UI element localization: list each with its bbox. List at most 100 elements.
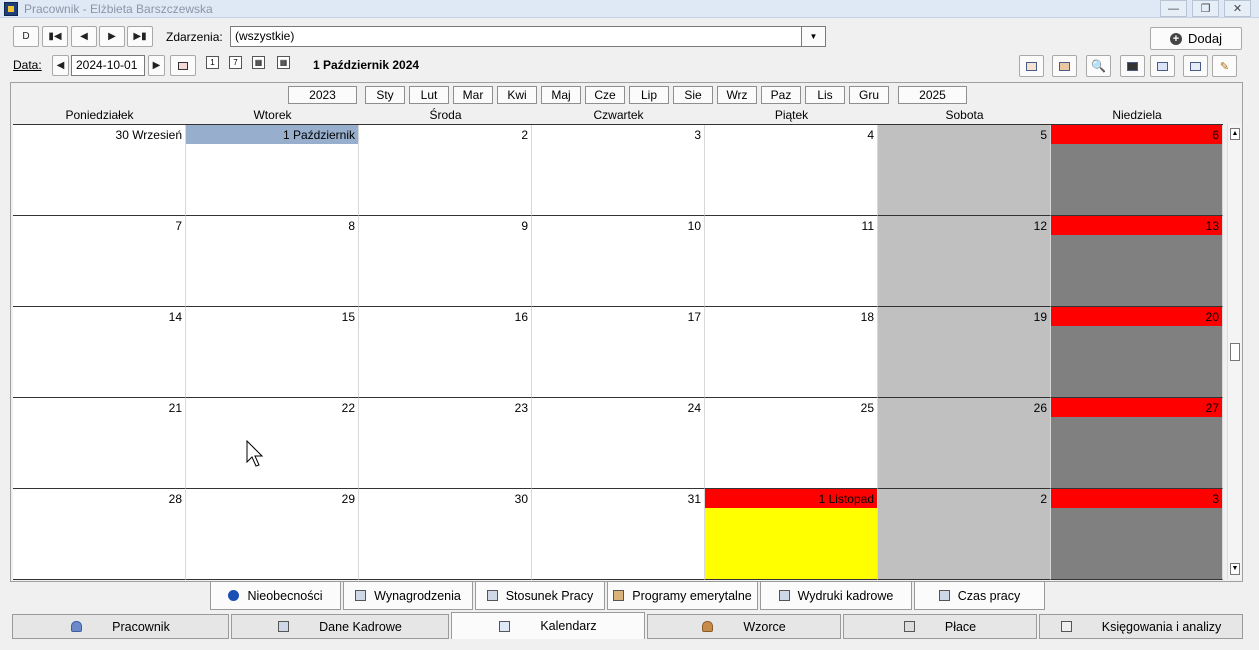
calendar-day-cell[interactable]: 24 xyxy=(532,398,705,489)
search-icon[interactable]: 🔍 xyxy=(1086,55,1111,77)
month-button-gru[interactable]: Gru xyxy=(849,86,889,104)
calendar-day-cell[interactable]: 18 xyxy=(705,307,878,398)
month-button-maj[interactable]: Maj xyxy=(541,86,581,104)
nav-next-icon[interactable]: ▶ xyxy=(99,26,125,47)
calendar-day-cell[interactable]: 30 Wrzesień xyxy=(13,125,186,216)
subtab-label: Programy emerytalne xyxy=(632,588,752,603)
restore-button[interactable]: ❐ xyxy=(1192,0,1219,17)
calendar-day-cell[interactable]: 21 xyxy=(13,398,186,489)
calendar-day-cell[interactable]: 16 xyxy=(359,307,532,398)
date-input[interactable]: 2024-10-01 xyxy=(71,55,145,76)
calendar-day-cell[interactable]: 22 xyxy=(186,398,359,489)
month-button-sty[interactable]: Sty xyxy=(365,86,405,104)
day-number: 25 xyxy=(860,401,874,415)
month-button-wrz[interactable]: Wrz xyxy=(717,86,757,104)
nav-prev-icon[interactable]: ◀ xyxy=(71,26,97,47)
date-picker-icon[interactable] xyxy=(170,55,196,76)
calendar-day-cell[interactable]: 12 xyxy=(878,216,1051,307)
hr-data-icon xyxy=(278,621,290,632)
date-prev-icon[interactable]: ◀ xyxy=(52,55,69,76)
calendar-day-cell[interactable]: 2 xyxy=(359,125,532,216)
nav-first-day-button[interactable]: D xyxy=(13,26,39,47)
calendar-day-cell[interactable]: 11 xyxy=(705,216,878,307)
month-button-kwi[interactable]: Kwi xyxy=(497,86,537,104)
scroll-thumb[interactable] xyxy=(1230,343,1240,361)
month-button-lis[interactable]: Lis xyxy=(805,86,845,104)
calendar-scrollbar[interactable]: ▲ ▼ xyxy=(1227,124,1241,579)
week-view-icon[interactable]: 7 xyxy=(229,56,242,69)
subtab-nieobecnosci[interactable]: Nieobecności xyxy=(210,581,341,610)
subtab-wydruki-kadrowe[interactable]: Wydruki kadrowe xyxy=(760,581,912,610)
pension-icon xyxy=(613,590,625,601)
calendar-day-cell[interactable]: 5 xyxy=(878,125,1051,216)
calendar-day-cell[interactable]: 23 xyxy=(359,398,532,489)
calendar-day-cell[interactable]: 25 xyxy=(705,398,878,489)
window-list-icon[interactable] xyxy=(1120,55,1145,77)
weekday-header-tue: Wtorek xyxy=(253,108,292,122)
minimize-button[interactable]: — xyxy=(1160,0,1187,17)
window-settings-icon[interactable] xyxy=(1150,55,1175,77)
calendar-day-cell[interactable]: 6 xyxy=(1051,125,1223,216)
events-label: Zdarzenia: xyxy=(166,30,223,44)
tab-pracownik[interactable]: Pracownik xyxy=(12,614,229,639)
month-view-icon[interactable]: ▦ xyxy=(252,56,265,69)
subtab-stosunek-pracy[interactable]: Stosunek Pracy xyxy=(475,581,605,610)
month-button-cze[interactable]: Cze xyxy=(585,86,625,104)
prev-year-button[interactable]: 2023 xyxy=(288,86,357,104)
nav-last-icon[interactable]: ▶▮ xyxy=(127,26,153,47)
day-number: 16 xyxy=(514,310,528,324)
events-select[interactable]: (wszystkie) xyxy=(230,26,802,47)
calendar-day-cell[interactable]: 10 xyxy=(532,216,705,307)
year-view-icon[interactable]: ▦ xyxy=(277,56,290,69)
day-number: 30 Wrzesień xyxy=(115,128,182,142)
list-icon[interactable] xyxy=(1183,55,1208,77)
calendar-today-icon[interactable] xyxy=(1019,55,1044,77)
calendar-day-cell[interactable]: 26 xyxy=(878,398,1051,489)
calendar-day-cell[interactable]: 31 xyxy=(532,489,705,580)
subtab-czas-pracy[interactable]: Czas pracy xyxy=(914,581,1045,610)
tab-place[interactable]: Płace xyxy=(843,614,1037,639)
month-button-paz[interactable]: Paz xyxy=(761,86,801,104)
tab-wzorce[interactable]: Wzorce xyxy=(647,614,841,639)
close-button[interactable]: ✕ xyxy=(1224,0,1251,17)
subtab-programy-emerytalne[interactable]: Programy emerytalne xyxy=(607,581,758,610)
calendar-day-cell[interactable]: 4 xyxy=(705,125,878,216)
tab-dane-kadrowe[interactable]: Dane Kadrowe xyxy=(231,614,449,639)
nav-first-icon[interactable]: ▮◀ xyxy=(42,26,68,47)
calendar-day-cell[interactable]: 3 xyxy=(1051,489,1223,580)
calendar-day-cell[interactable]: 9 xyxy=(359,216,532,307)
calendar-day-cell[interactable]: 3 xyxy=(532,125,705,216)
calendar-day-cell[interactable]: 27 xyxy=(1051,398,1223,489)
calendar-day-cell[interactable]: 17 xyxy=(532,307,705,398)
calendar-day-cell[interactable]: 20 xyxy=(1051,307,1223,398)
calendar-day-cell[interactable]: 8 xyxy=(186,216,359,307)
tab-ksiegowania[interactable]: Księgowania i analizy xyxy=(1039,614,1243,639)
calendar-day-cell[interactable]: 2 xyxy=(878,489,1051,580)
subtab-wynagrodzenia[interactable]: Wynagrodzenia xyxy=(343,581,473,610)
scroll-up-icon[interactable]: ▲ xyxy=(1230,128,1240,140)
calendar-day-cell[interactable]: 1 Październik xyxy=(186,125,359,216)
edit-icon[interactable]: ✎ xyxy=(1212,55,1237,77)
scroll-down-icon[interactable]: ▼ xyxy=(1230,563,1240,575)
month-button-mar[interactable]: Mar xyxy=(453,86,493,104)
tab-kalendarz[interactable]: Kalendarz xyxy=(451,612,645,639)
day-view-icon[interactable]: 1 xyxy=(206,56,219,69)
next-year-button[interactable]: 2025 xyxy=(898,86,967,104)
month-button-lip[interactable]: Lip xyxy=(629,86,669,104)
calendar-day-cell[interactable]: 29 xyxy=(186,489,359,580)
month-button-sie[interactable]: Sie xyxy=(673,86,713,104)
add-button[interactable]: + Dodaj xyxy=(1150,27,1242,50)
calendar-day-cell[interactable]: 30 xyxy=(359,489,532,580)
calendar-day-cell[interactable]: 1 Listopad xyxy=(705,489,878,580)
calendar-day-cell[interactable]: 15 xyxy=(186,307,359,398)
calendar-day-cell[interactable]: 19 xyxy=(878,307,1051,398)
day-number: 3 xyxy=(694,128,701,142)
month-button-lut[interactable]: Lut xyxy=(409,86,449,104)
date-next-icon[interactable]: ▶ xyxy=(148,55,165,76)
events-dropdown-icon[interactable]: ▼ xyxy=(801,26,826,47)
calendar-day-cell[interactable]: 7 xyxy=(13,216,186,307)
calendar-day-cell[interactable]: 13 xyxy=(1051,216,1223,307)
calendar-day-cell[interactable]: 28 xyxy=(13,489,186,580)
calendar-day-cell[interactable]: 14 xyxy=(13,307,186,398)
gift-icon[interactable] xyxy=(1052,55,1077,77)
